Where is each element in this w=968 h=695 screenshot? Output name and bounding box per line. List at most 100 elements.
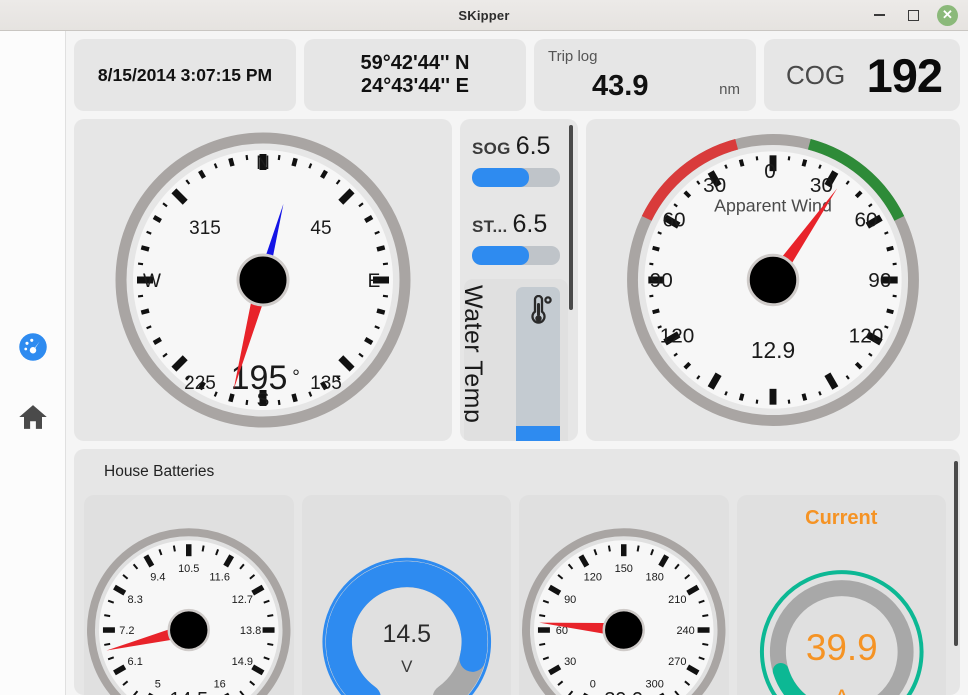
sidebar-item-home[interactable] <box>17 401 49 433</box>
house-batteries-scrollbar[interactable] <box>954 461 958 646</box>
dial-tick-label: 16 <box>214 679 226 691</box>
compass-degree-symbol: ° <box>292 367 300 388</box>
compass-cardinal-w: W <box>143 271 161 292</box>
wind-speed-value: 12.9 <box>751 337 795 363</box>
wind-label-stbd-30: 30 <box>810 174 833 197</box>
instrument-row: N E S W 45 135 225 315 195 ° SOG 6.5 ST.… <box>74 119 960 441</box>
position-panel[interactable]: 59°42'44'' N 24°43'44'' E <box>304 39 526 111</box>
stw-row: ST... 6.5 <box>464 201 568 239</box>
dial-tick-label: 0 <box>590 679 596 691</box>
cog-value: 192 <box>866 48 943 102</box>
trip-log-label: Trip log <box>548 48 598 65</box>
stw-label: ST... <box>472 217 508 236</box>
thermometer-icon <box>531 295 552 324</box>
dial-tick-label: 300 <box>646 679 664 691</box>
wind-panel[interactable]: 0 30 60 90 120 30 60 90 120 Apparent Win… <box>586 119 960 441</box>
trip-log-value: 43.9 <box>592 70 649 102</box>
sidebar-item-dashboard[interactable] <box>17 331 49 363</box>
amps-dial-gauge: 0306090120150180210240270300 39.9 Amps <box>522 528 726 695</box>
datetime-value: 8/15/2014 3:07:15 PM <box>97 64 273 85</box>
dial-tick-label: 10.5 <box>178 563 199 575</box>
datetime-panel[interactable]: 8/15/2014 3:07:15 PM <box>74 39 296 111</box>
dial-tick-label: 13.8 <box>240 625 261 637</box>
stw-progress-track <box>472 246 560 265</box>
close-button[interactable]: ✕ <box>937 4 958 26</box>
dial-tick-label: 150 <box>615 563 633 575</box>
dial-tick-label: 7.2 <box>119 625 134 637</box>
voltage-dial-value: 14.5 <box>169 689 208 695</box>
current-arc-card[interactable]: Current 39.9 A <box>736 495 946 695</box>
wind-label-port-120: 120 <box>660 324 695 347</box>
cog-label: COG <box>786 59 846 90</box>
water-temp-label: Water Temp <box>464 285 487 424</box>
wind-label-port-60: 60 <box>663 209 686 232</box>
current-arc-value: 39.9 <box>805 627 877 668</box>
compass-gauge: N E S W 45 135 225 315 195 ° <box>115 132 411 428</box>
compass-tick-135: 135 <box>310 373 342 394</box>
house-batteries-panel[interactable]: House Batteries 5 6.1 7.2 8.3 9.4 10.5 11.6 12.… <box>74 449 960 695</box>
water-temp-fill <box>516 425 560 441</box>
title-bar: SKipper ✕ <box>0 0 968 31</box>
dial-tick-label: 12.7 <box>232 594 253 606</box>
sidebar <box>0 31 66 695</box>
speeds-scrollbar[interactable] <box>569 125 573 310</box>
dial-tick-label: 270 <box>668 656 686 668</box>
wind-label-stbd-90: 90 <box>868 269 891 292</box>
dial-tick-label: 8.3 <box>128 594 143 606</box>
compass-tick-315: 315 <box>189 218 221 239</box>
app-window: SKipper ✕ 8/15/2014 3:07:15 PM 59°42'44'… <box>0 0 968 695</box>
wind-label-stbd-120: 120 <box>849 324 884 347</box>
current-arc-fill <box>772 662 806 695</box>
cog-panel[interactable]: COG 192 <box>764 39 960 111</box>
window-controls: ✕ <box>869 4 968 26</box>
speeds-panel[interactable]: SOG 6.5 ST... 6.5 Water Temp <box>460 119 578 441</box>
maximize-button[interactable] <box>903 5 923 25</box>
sog-progress-fill <box>472 168 530 187</box>
voltage-dial-card[interactable]: 5 6.1 7.2 8.3 9.4 10.5 11.612.7 13.8 14.9 16 14.5… <box>84 495 294 695</box>
sog-row: SOG 6.5 <box>464 123 568 161</box>
battery-cards: 5 6.1 7.2 8.3 9.4 10.5 11.6 12.7 13.8 14.9 16 14.5… <box>84 495 946 695</box>
window-title: SKipper <box>458 7 510 23</box>
home-icon <box>18 405 47 429</box>
stw-value: 6.5 <box>512 210 548 238</box>
wind-label-port-90: 90 <box>650 269 673 292</box>
sog-card[interactable]: SOG 6.5 <box>464 123 568 195</box>
top-info-row: 8/15/2014 3:07:15 PM 59°42'44'' N 24°43'… <box>74 39 960 111</box>
sog-label: SOG <box>472 139 511 158</box>
water-temp-gauge <box>516 287 560 441</box>
dial-tick-label: 210 <box>668 594 686 606</box>
dial-tick-label: 9.4 <box>150 571 165 583</box>
dial-tick-label: 120 <box>584 571 602 583</box>
compass-panel[interactable]: N E S W 45 135 225 315 195 ° <box>74 119 452 441</box>
voltage-arc-unit: V <box>401 657 413 676</box>
dial-tick-label: 240 <box>676 625 694 637</box>
dial-tick-label: 30 <box>564 656 576 668</box>
stw-card[interactable]: ST... 6.5 <box>464 201 568 273</box>
dial-tick-label: 5 <box>155 679 161 691</box>
voltage-dial-gauge: 5 6.1 7.2 8.3 9.4 10.5 11.612.7 13.8 14.9 16 14.5… <box>87 528 291 695</box>
dial-tick-label: 14.9 <box>232 656 253 668</box>
dial-tick-label: 6.1 <box>128 656 143 668</box>
current-arc-title: Current <box>805 507 878 529</box>
amps-dial-value: 39.9 <box>604 689 643 695</box>
compass-tick-225: 225 <box>184 373 216 394</box>
minimize-button[interactable] <box>869 5 889 25</box>
apparent-wind-gauge: 0 30 60 90 120 30 60 90 120 Apparent Win… <box>627 134 919 426</box>
sog-progress-track <box>472 168 560 187</box>
water-temp-card[interactable]: Water Temp <box>464 279 568 441</box>
current-arc-unit: A <box>833 685 849 695</box>
dial-tick-label: 180 <box>646 571 664 583</box>
trip-log-panel[interactable]: Trip log 43.9 nm <box>534 39 756 111</box>
amps-dial-card[interactable]: 0306090120150180210240270300 39.9 Amps <box>519 495 729 695</box>
window-body: 8/15/2014 3:07:15 PM 59°42'44'' N 24°43'… <box>0 31 968 695</box>
dial-tick-label: 90 <box>564 594 576 606</box>
voltage-arc-card[interactable]: 14.5 V <box>301 495 511 695</box>
longitude-value: 24°43'44'' E <box>361 75 469 97</box>
trip-log-unit: nm <box>719 81 740 98</box>
dashboard-content: 8/15/2014 3:07:15 PM 59°42'44'' N 24°43'… <box>66 31 968 695</box>
compass-tick-45: 45 <box>310 218 331 239</box>
wind-title: Apparent Wind <box>714 196 832 216</box>
stw-progress-fill <box>472 246 530 265</box>
wind-label-stbd-60: 60 <box>854 209 877 232</box>
latitude-value: 59°42'44'' N <box>360 52 470 74</box>
